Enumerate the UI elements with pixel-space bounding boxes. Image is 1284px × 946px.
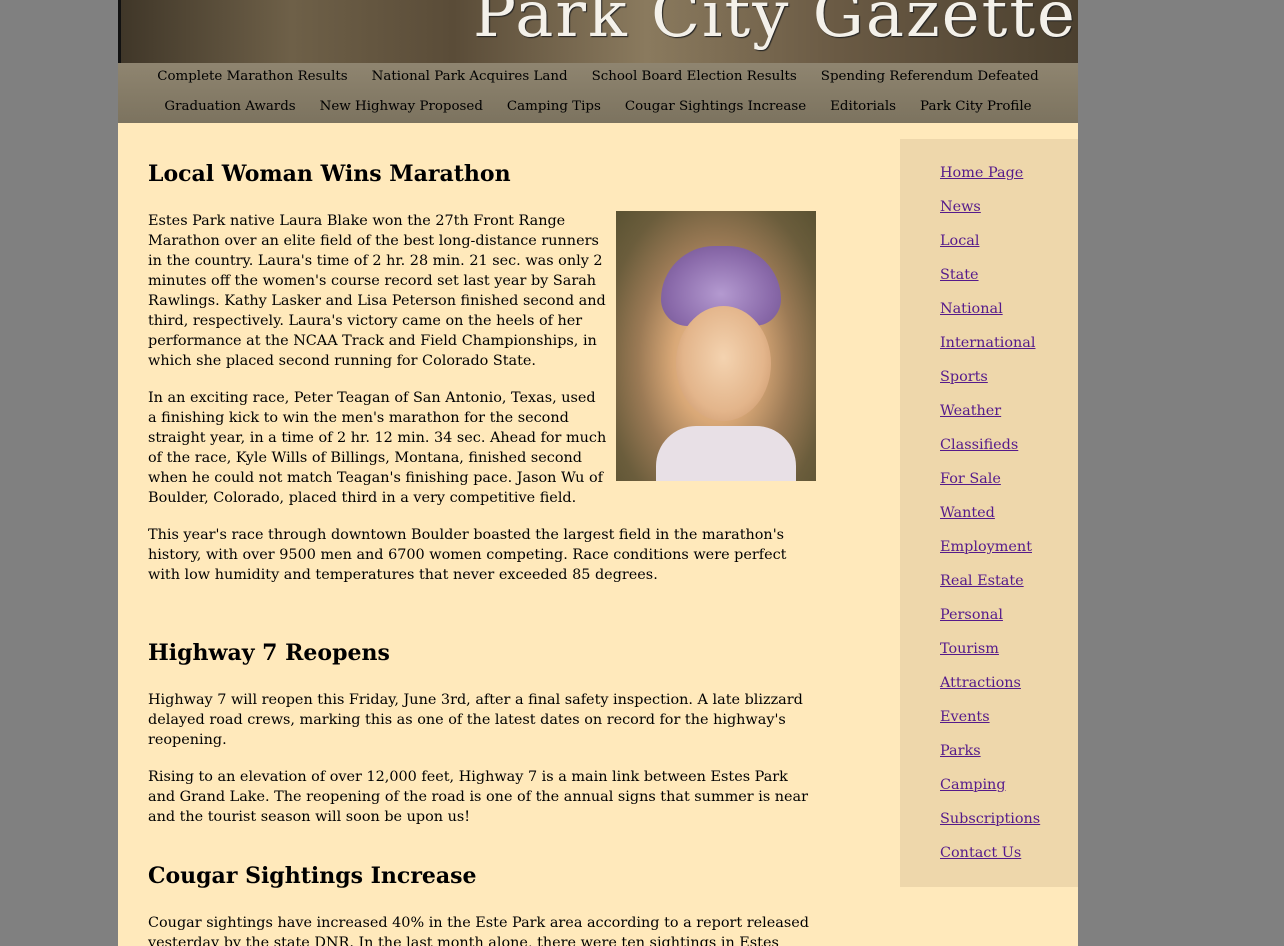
sidebar-link-wanted[interactable]: Wanted bbox=[940, 505, 995, 521]
article-body: Highway 7 will reopen this Friday, June … bbox=[148, 690, 816, 844]
sidebar-item: Events bbox=[940, 708, 1040, 742]
sidebar-item: Sports bbox=[940, 368, 1040, 402]
nav-link-national-park-acquires-land[interactable]: National Park Acquires Land bbox=[372, 69, 568, 84]
article-paragraph: Cougar sightings have increased 40% in t… bbox=[148, 915, 809, 946]
sidebar-link-real-estate[interactable]: Real Estate bbox=[940, 573, 1024, 589]
sidebar-link-personal[interactable]: Personal bbox=[940, 607, 1003, 623]
sidebar-item: Wanted bbox=[940, 504, 1040, 538]
nav-link-cougar-sightings-increase[interactable]: Cougar Sightings Increase bbox=[625, 99, 806, 114]
sidebar-item: For Sale bbox=[940, 470, 1040, 504]
sidebar-item: Contact Us bbox=[940, 844, 1040, 878]
sidebar-item: International bbox=[940, 334, 1040, 368]
sidebar-link-tourism[interactable]: Tourism bbox=[940, 641, 999, 657]
top-navigation: Complete Marathon Results National Park … bbox=[118, 63, 1078, 123]
sidebar-item: Real Estate bbox=[940, 572, 1040, 606]
article-title: Cougar Sightings Increase bbox=[148, 863, 477, 889]
sidebar-item: Weather bbox=[940, 402, 1040, 436]
sidebar-link-contact-us[interactable]: Contact Us bbox=[940, 845, 1021, 861]
sidebar-item: National bbox=[940, 300, 1040, 334]
article-paragraph: This year's race through downtown Boulde… bbox=[148, 527, 787, 583]
nav-link-school-board-election-results[interactable]: School Board Election Results bbox=[592, 69, 797, 84]
sidebar-link-home-page[interactable]: Home Page bbox=[940, 165, 1023, 181]
sidebar-link-international[interactable]: International bbox=[940, 335, 1035, 351]
photo-shirt bbox=[656, 426, 796, 481]
top-nav-row-1: Complete Marathon Results National Park … bbox=[118, 69, 1078, 84]
sidebar-link-state[interactable]: State bbox=[940, 267, 979, 283]
sidebar-link-sports[interactable]: Sports bbox=[940, 369, 988, 385]
photo-face bbox=[676, 306, 771, 421]
article-title: Local Woman Wins Marathon bbox=[148, 161, 511, 187]
sidebar-item: State bbox=[940, 266, 1040, 300]
sidebar-item: Personal bbox=[940, 606, 1040, 640]
sidebar-item: Attractions bbox=[940, 674, 1040, 708]
sidebar-item: Tourism bbox=[940, 640, 1040, 674]
sidebar-item: Camping bbox=[940, 776, 1040, 810]
masthead-banner: Park City Gazette bbox=[118, 0, 1078, 63]
sidebar-link-parks[interactable]: Parks bbox=[940, 743, 981, 759]
page: Park City Gazette Complete Marathon Resu… bbox=[118, 0, 1078, 946]
article-paragraph: Highway 7 will reopen this Friday, June … bbox=[148, 692, 803, 748]
article-body: Cougar sightings have increased 40% in t… bbox=[148, 913, 816, 946]
sidebar-link-attractions[interactable]: Attractions bbox=[940, 675, 1021, 691]
runner-photo bbox=[616, 211, 816, 481]
nav-link-graduation-awards[interactable]: Graduation Awards bbox=[164, 99, 295, 114]
sidebar-link-events[interactable]: Events bbox=[940, 709, 990, 725]
sidebar-item: Employment bbox=[940, 538, 1040, 572]
sidebar-link-camping[interactable]: Camping bbox=[940, 777, 1006, 793]
nav-link-spending-referendum-defeated[interactable]: Spending Referendum Defeated bbox=[821, 69, 1039, 84]
sidebar-link-employment[interactable]: Employment bbox=[940, 539, 1032, 555]
sidebar-item: News bbox=[940, 198, 1040, 232]
article-body: Estes Park native Laura Blake won the 27… bbox=[148, 211, 816, 602]
masthead-title: Park City Gazette bbox=[473, 0, 1077, 52]
article-title: Highway 7 Reopens bbox=[148, 640, 390, 666]
sidebar-item: Subscriptions bbox=[940, 810, 1040, 844]
nav-link-complete-marathon-results[interactable]: Complete Marathon Results bbox=[157, 69, 347, 84]
sidebar-link-classifieds[interactable]: Classifieds bbox=[940, 437, 1018, 453]
sidebar: Home Page News Local State National Inte… bbox=[900, 139, 1078, 887]
nav-link-new-highway-proposed[interactable]: New Highway Proposed bbox=[320, 99, 483, 114]
sidebar-link-weather[interactable]: Weather bbox=[940, 403, 1001, 419]
sidebar-link-list: Home Page News Local State National Inte… bbox=[940, 164, 1040, 878]
sidebar-link-national[interactable]: National bbox=[940, 301, 1003, 317]
sidebar-link-local[interactable]: Local bbox=[940, 233, 979, 249]
top-nav-row-2: Graduation Awards New Highway Proposed C… bbox=[118, 99, 1078, 114]
sidebar-item: Parks bbox=[940, 742, 1040, 776]
nav-link-park-city-profile[interactable]: Park City Profile bbox=[920, 99, 1032, 114]
nav-link-editorials[interactable]: Editorials bbox=[830, 99, 896, 114]
sidebar-item: Home Page bbox=[940, 164, 1040, 198]
sidebar-link-news[interactable]: News bbox=[940, 199, 981, 215]
nav-link-camping-tips[interactable]: Camping Tips bbox=[507, 99, 601, 114]
sidebar-item: Local bbox=[940, 232, 1040, 266]
article-paragraph: Rising to an elevation of over 12,000 fe… bbox=[148, 769, 809, 825]
sidebar-item: Classifieds bbox=[940, 436, 1040, 470]
sidebar-link-subscriptions[interactable]: Subscriptions bbox=[940, 811, 1040, 827]
sidebar-link-for-sale[interactable]: For Sale bbox=[940, 471, 1001, 487]
